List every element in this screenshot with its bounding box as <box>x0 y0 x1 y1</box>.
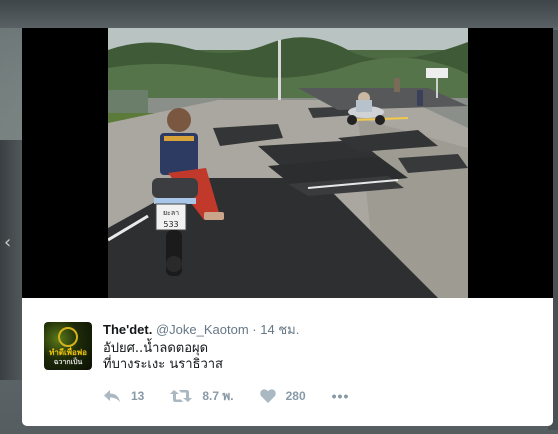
background-header <box>0 0 558 28</box>
road-photo-illustration: ยะลา 533 <box>108 28 468 298</box>
tweet-photo[interactable]: ยะลา 533 <box>108 28 468 298</box>
retweet-icon <box>170 390 193 402</box>
like-button[interactable]: 280 <box>259 389 306 403</box>
retweet-button[interactable]: 8.7 พ. <box>170 387 234 406</box>
retweet-count: 8.7 พ. <box>202 388 234 403</box>
chevron-left-icon[interactable]: ‹ <box>4 232 11 253</box>
tweet-text-line: ที่บางระเงะ นราธิวาส <box>103 357 223 372</box>
display-name[interactable]: The'det. <box>103 322 152 337</box>
tweet-text: อัปยศ..น้ำลดตอผุด ที่บางระเงะ นราธิวาส <box>103 341 223 373</box>
reply-icon <box>104 390 120 402</box>
reply-button[interactable]: 13 <box>103 389 144 403</box>
tweet-timestamp[interactable]: 14 ชม. <box>260 322 299 337</box>
license-plate-top: ยะลา <box>163 209 179 217</box>
avatar-caption: ทำดีเพื่อพ่อ <box>49 348 87 357</box>
tweet-text-line: อัปยศ..น้ำลดตอผุด <box>103 341 209 356</box>
user-handle[interactable]: @Joke_Kaotom <box>156 322 249 337</box>
like-count: 280 <box>285 389 306 403</box>
more-icon[interactable]: ••• <box>332 388 350 404</box>
avatar-subcaption: ฉวากเป็น <box>53 359 83 366</box>
background-left-column <box>0 140 22 380</box>
media-viewer: ยะลา 533 <box>22 28 553 298</box>
avatar[interactable]: ทำดีเพื่อพ่อ ฉวากเป็น <box>44 322 92 370</box>
license-plate-number: 533 <box>163 220 178 229</box>
reply-count: 13 <box>131 389 145 403</box>
avatar-emblem-icon <box>58 327 78 347</box>
tweet-actions: 13 8.7 พ. 280 ••• <box>103 386 349 406</box>
heart-icon <box>259 389 276 403</box>
header-separator: · <box>252 322 257 337</box>
tweet-card: ทำดีเพื่อพ่อ ฉวากเป็น The'det. @Joke_Kao… <box>22 298 553 426</box>
tweet-header: The'det. @Joke_Kaotom · 14 ชม. <box>103 322 299 338</box>
